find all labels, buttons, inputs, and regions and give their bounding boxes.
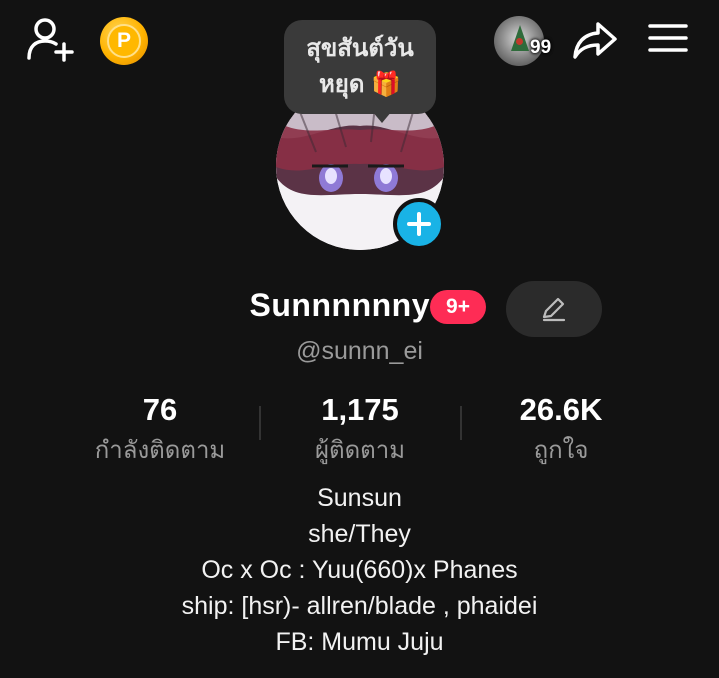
add-friend-icon bbox=[27, 18, 74, 62]
pencil-icon bbox=[542, 297, 566, 322]
visitor-count: 99 bbox=[530, 37, 552, 58]
coin-button[interactable]: P bbox=[100, 17, 148, 65]
share-button[interactable] bbox=[571, 18, 619, 62]
notification-badge[interactable]: 9+ bbox=[430, 290, 486, 324]
follow-add-button[interactable] bbox=[393, 198, 445, 250]
menu-icon bbox=[648, 24, 688, 52]
bubble-line-2: หยุด 🎁 bbox=[318, 71, 402, 98]
likes-label[interactable]: ถูกใจ bbox=[451, 430, 671, 469]
share-icon bbox=[573, 22, 617, 59]
profile-bio: Sunsun she/They Oc x Oc : Yuu(660)x Phan… bbox=[0, 480, 719, 660]
likes-count[interactable]: 26.6K bbox=[451, 392, 671, 428]
following-count[interactable]: 76 bbox=[50, 392, 270, 428]
bio-line: Sunsun bbox=[317, 484, 402, 512]
add-friend-button[interactable] bbox=[26, 16, 78, 62]
followers-count[interactable]: 1,175 bbox=[250, 392, 470, 428]
menu-button[interactable] bbox=[646, 18, 690, 58]
profile-name: Sunnnnnny bbox=[249, 287, 430, 323]
bubble-line-1: สุขสันต์วัน bbox=[306, 35, 414, 62]
profile-handle: @sunnn_ei bbox=[296, 337, 423, 365]
bubble-tail bbox=[372, 111, 392, 123]
plus-icon bbox=[407, 212, 431, 236]
followers-label[interactable]: ผู้ติดตาม bbox=[250, 430, 470, 469]
bio-line: she/They bbox=[308, 520, 411, 548]
status-bubble[interactable]: สุขสันต์วัน หยุด 🎁 bbox=[284, 20, 436, 114]
edit-profile-button[interactable] bbox=[506, 281, 602, 337]
following-label[interactable]: กำลังติดตาม bbox=[50, 430, 270, 469]
coin-icon: P bbox=[107, 24, 141, 58]
bio-line: Oc x Oc : Yuu(660)x Phanes bbox=[201, 556, 518, 584]
bio-line: FB: Mumu Juju bbox=[275, 628, 444, 656]
bio-line: ship: [hsr)- allren/blade , phaidei bbox=[181, 592, 538, 620]
